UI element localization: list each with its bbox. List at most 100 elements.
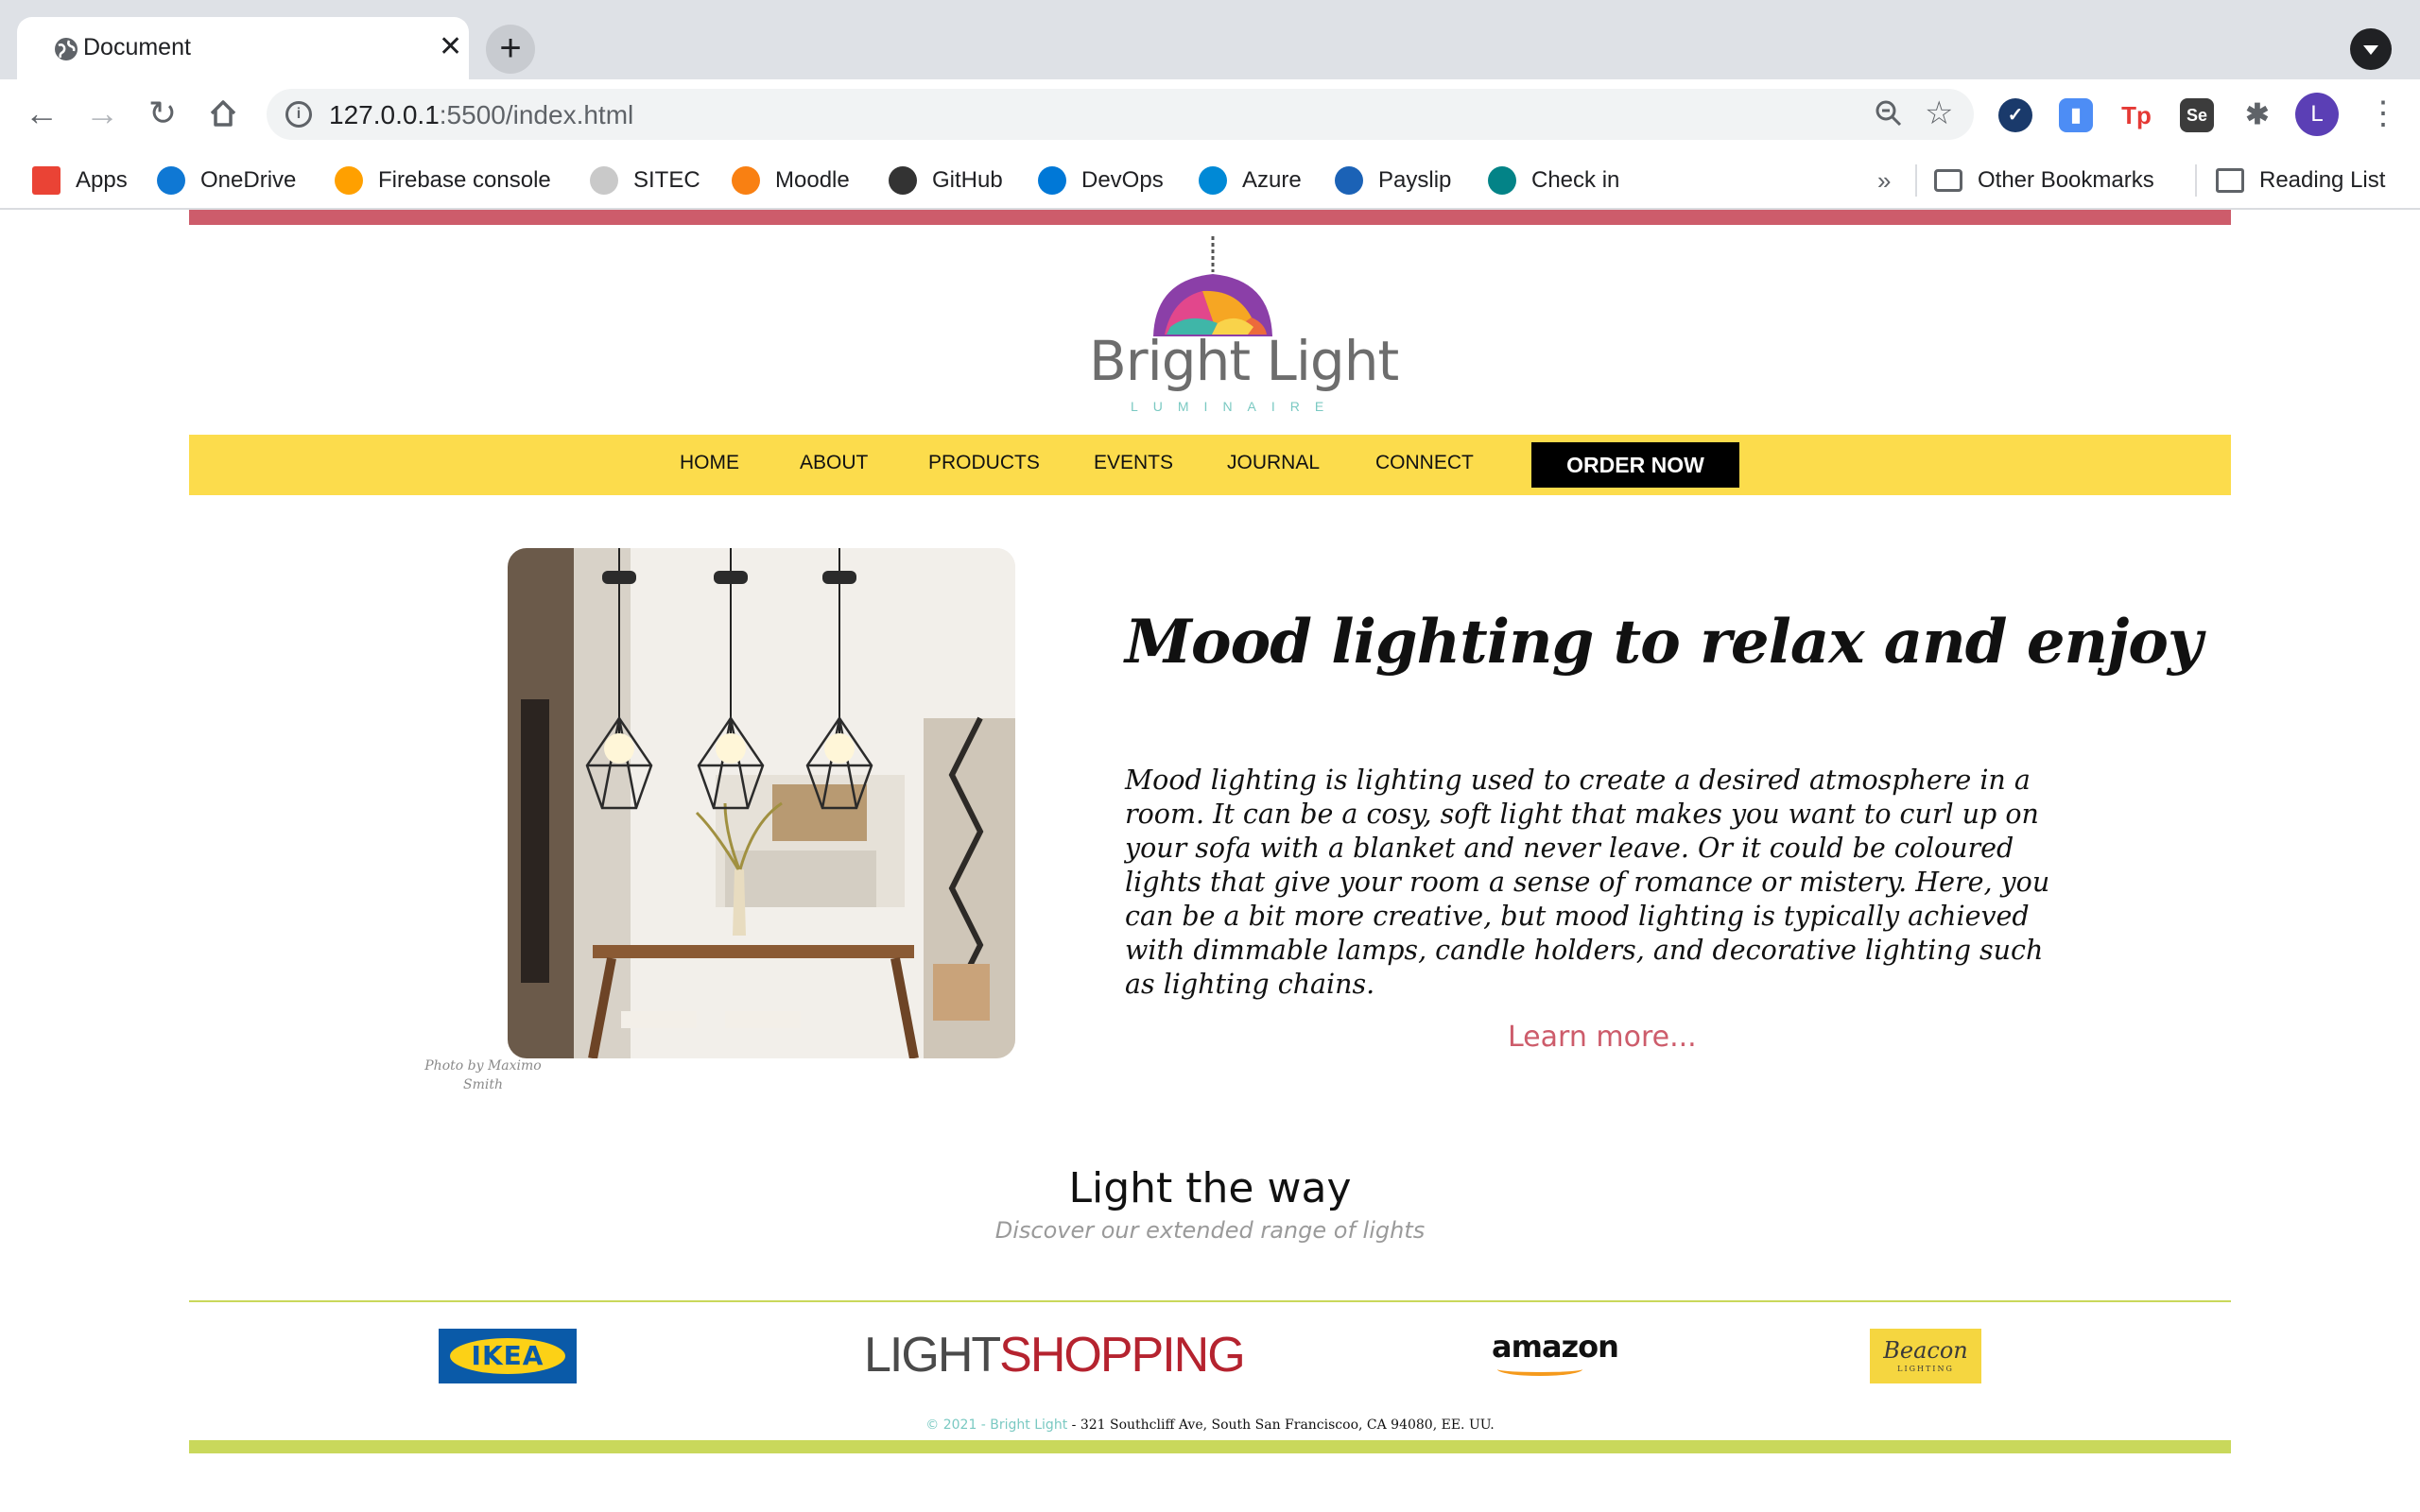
learn-more-link[interactable]: Learn more... xyxy=(1508,1021,1697,1054)
devops-icon xyxy=(1038,166,1066,195)
apps-grid-icon xyxy=(32,166,60,195)
footer-address: - 321 Southcliff Ave, South San Francisc… xyxy=(1067,1418,1495,1433)
browser-tabstrip: Document ✕ + xyxy=(0,0,2420,79)
bookmarks-bar: Other Bookmarks Reading List » Apps OneDr… xyxy=(0,151,2420,210)
sharepoint-icon xyxy=(1488,166,1516,195)
bookmark-github[interactable]: GitHub xyxy=(889,163,1003,198)
bookmark-firebase-console[interactable]: Firebase console xyxy=(335,163,551,198)
profile-avatar[interactable]: L xyxy=(2295,93,2339,136)
site-info-icon[interactable]: i xyxy=(285,101,312,128)
reload-icon[interactable]: ↻ xyxy=(138,89,187,138)
top-accent-stripe xyxy=(189,210,2231,225)
footer-copyright: © 2021 - Bright Light xyxy=(925,1418,1068,1433)
hero-title: Mood lighting to relax and enjoy xyxy=(1125,607,2203,678)
bookmark-label: SITEC xyxy=(633,167,700,193)
section-title: Light the way xyxy=(1068,1164,1352,1212)
tab-search-icon[interactable] xyxy=(2350,28,2392,70)
url-host: 127.0.0.1 xyxy=(329,100,440,129)
tab-manager-extension-icon[interactable]: ▮ xyxy=(2059,98,2093,132)
bookmark-label: Azure xyxy=(1242,167,1302,193)
bookmark-label: OneDrive xyxy=(200,167,297,193)
bookmark-devops[interactable]: DevOps xyxy=(1038,163,1164,198)
amazon-smile-icon xyxy=(1497,1363,1582,1376)
bookmark-label: Payslip xyxy=(1378,167,1452,193)
lightshopping-logo[interactable]: LIGHTSHOPPING xyxy=(864,1327,1246,1383)
bookmark-moodle[interactable]: Moodle xyxy=(732,163,850,198)
reading-list[interactable]: Reading List xyxy=(2216,163,2385,198)
bookmarks-separator xyxy=(2195,164,2197,197)
reading-list-icon xyxy=(2216,168,2244,193)
section-subtitle: Discover our extended range of lights xyxy=(994,1217,1426,1244)
photo-caption: Photo by Maximo Smith xyxy=(424,1058,542,1092)
lightshopping-logo-light: LIGHT xyxy=(864,1328,1001,1383)
bookmark-label: Apps xyxy=(76,167,128,193)
partners-divider xyxy=(189,1300,2231,1302)
web-page: Bright Light LUMINAIRE HOME ABOUT PRODUC… xyxy=(189,210,2231,1512)
beacon-logo-sub: LIGHTING xyxy=(1897,1365,1954,1373)
main-navigation: HOME ABOUT PRODUCTS EVENTS JOURNAL CONNE… xyxy=(189,435,2231,495)
sitec-icon xyxy=(590,166,618,195)
browser-tab[interactable]: Document ✕ xyxy=(17,17,469,79)
other-bookmarks[interactable]: Other Bookmarks xyxy=(1934,163,2154,198)
amazon-logo[interactable]: amazon xyxy=(1492,1329,1619,1365)
globe-icon xyxy=(55,38,78,60)
brand-name: Bright Light xyxy=(1089,329,1399,393)
hero-photo xyxy=(508,548,1015,1058)
bookmark-apps[interactable]: Apps xyxy=(32,163,128,198)
bright-light-logo-icon[interactable] xyxy=(1085,232,1340,421)
nav-home[interactable]: HOME xyxy=(680,452,739,474)
bookmarks-overflow-button[interactable]: » xyxy=(1877,163,1891,198)
nav-events[interactable]: EVENTS xyxy=(1094,452,1173,474)
footer: © 2021 - Bright Light - 321 Southcliff A… xyxy=(189,1418,2231,1433)
bookmark-label: Firebase console xyxy=(378,167,551,193)
github-icon xyxy=(889,166,917,195)
brand-subtitle: LUMINAIRE xyxy=(1131,399,1340,414)
folder-icon xyxy=(1934,169,1962,192)
beacon-lighting-logo[interactable]: Beacon LIGHTING xyxy=(1870,1329,1981,1383)
reading-list-label: Reading List xyxy=(2259,167,2386,193)
ikea-logo-text: IKEA xyxy=(450,1338,565,1374)
new-tab-button[interactable]: + xyxy=(486,25,535,74)
forward-arrow-icon[interactable]: → xyxy=(78,89,127,138)
url-text[interactable]: 127.0.0.1:5500/index.html xyxy=(329,100,633,130)
ikea-logo[interactable]: IKEA xyxy=(439,1329,577,1383)
bookmark-azure[interactable]: Azure xyxy=(1199,163,1302,198)
azure-icon xyxy=(1199,166,1227,195)
order-now-button[interactable]: ORDER NOW xyxy=(1531,442,1739,488)
back-arrow-icon[interactable]: ← xyxy=(17,89,66,138)
bookmarks-separator xyxy=(1915,164,1917,197)
selenium-extension-icon[interactable]: Se xyxy=(2180,98,2214,132)
nav-about[interactable]: ABOUT xyxy=(800,452,868,474)
bookmark-label: DevOps xyxy=(1081,167,1164,193)
sap-icon xyxy=(1335,166,1363,195)
beacon-logo-text: Beacon xyxy=(1883,1337,1968,1364)
bookmark-onedrive[interactable]: OneDrive xyxy=(157,163,296,198)
bookmark-label: GitHub xyxy=(932,167,1003,193)
bookmark-star-icon[interactable]: ☆ xyxy=(1925,94,1953,132)
bookmark-check-in[interactable]: Check in xyxy=(1488,163,1619,198)
extensions-puzzle-icon[interactable]: ✱ xyxy=(2240,98,2274,132)
lightshopping-logo-shopping: SHOPPING xyxy=(999,1328,1245,1383)
tp-extension-icon[interactable]: Tp xyxy=(2119,98,2153,132)
tab-title: Document xyxy=(83,34,191,60)
bookmark-label: Moodle xyxy=(775,167,850,193)
browser-toolbar: ← → ↻ i 127.0.0.1:5500/index.html ☆ ✓ ▮ … xyxy=(0,79,2420,151)
nav-connect[interactable]: CONNECT xyxy=(1375,452,1474,474)
firebase-icon xyxy=(335,166,363,195)
url-path: :5500/index.html xyxy=(439,100,634,129)
hero-description: Mood lighting is lighting used to create… xyxy=(1125,765,2050,1000)
bookmark-sitec[interactable]: SITEC xyxy=(590,163,700,198)
browser-menu-icon[interactable]: ⋮ xyxy=(2367,93,2399,134)
nav-journal[interactable]: JOURNAL xyxy=(1227,452,1320,474)
other-bookmarks-label: Other Bookmarks xyxy=(1978,167,2154,193)
home-icon[interactable] xyxy=(199,89,248,138)
bottom-accent-stripe xyxy=(189,1440,2231,1453)
tab-close-icon[interactable]: ✕ xyxy=(439,32,462,62)
onedrive-icon xyxy=(157,166,185,195)
bookmark-payslip[interactable]: Payslip xyxy=(1335,163,1451,198)
nav-products[interactable]: PRODUCTS xyxy=(928,452,1040,474)
address-bar[interactable]: i 127.0.0.1:5500/index.html ☆ xyxy=(267,89,1974,140)
zoom-icon[interactable] xyxy=(1874,98,1904,129)
bookmark-label: Check in xyxy=(1531,167,1620,193)
check-extension-icon[interactable]: ✓ xyxy=(1998,98,2032,132)
